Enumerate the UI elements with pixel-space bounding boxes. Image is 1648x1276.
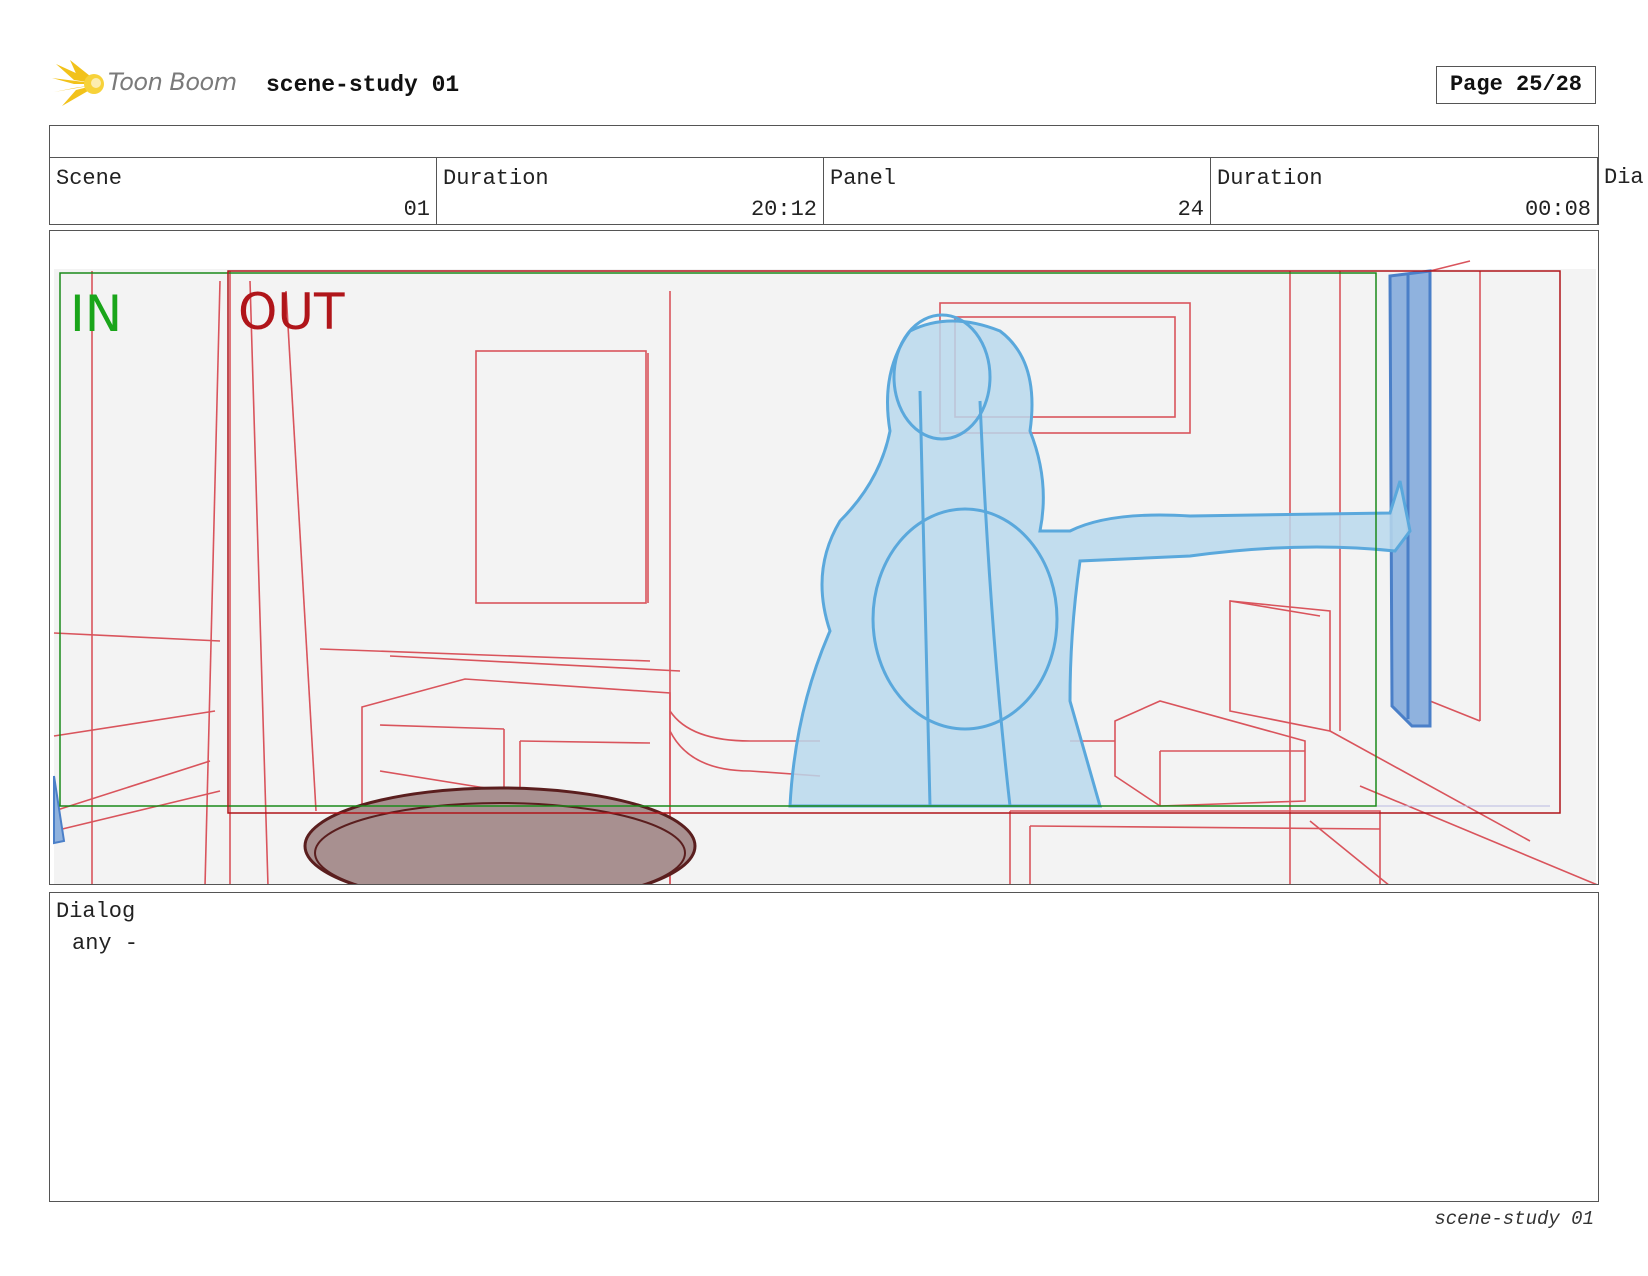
- out-label: OUT: [238, 283, 345, 341]
- dialog-column-label-truncated: Dia: [1604, 165, 1644, 190]
- toon-boom-logo: Toon Boom: [52, 58, 252, 110]
- panel-cell: Panel 24: [824, 158, 1211, 224]
- scene-duration-value: 20:12: [750, 197, 817, 222]
- info-row: Scene 01 Duration 20:12 Panel 24 Duratio…: [49, 157, 1599, 225]
- page-number: Page 25/28: [1436, 66, 1596, 104]
- scene-value: 01: [403, 197, 430, 222]
- scene-cell: Scene 01: [50, 158, 437, 224]
- storyboard-panel: IN OUT: [49, 230, 1599, 885]
- panel-duration-label: Duration: [1217, 166, 1323, 191]
- in-label: IN: [70, 285, 122, 343]
- scene-label: Scene: [56, 166, 123, 191]
- dialog-text: any -: [72, 931, 139, 956]
- panel-duration-value: 00:08: [1524, 197, 1591, 222]
- logo-text: Toon Boom: [108, 68, 237, 96]
- footer-title: scene-study 01: [1434, 1208, 1594, 1230]
- panel-value: 24: [1177, 197, 1204, 222]
- document-title: scene-study 01: [266, 72, 460, 98]
- starburst-logo-icon: [52, 60, 104, 106]
- panel-drawing: IN OUT: [50, 231, 1598, 884]
- header-band: [49, 125, 1599, 158]
- dialog-box: Dialog any -: [49, 892, 1599, 1202]
- scene-duration-cell: Duration 20:12: [437, 158, 824, 224]
- panel-duration-cell: Duration 00:08: [1211, 158, 1598, 224]
- panel-label: Panel: [830, 166, 897, 191]
- scene-duration-label: Duration: [443, 166, 549, 191]
- dialog-label: Dialog: [56, 899, 136, 924]
